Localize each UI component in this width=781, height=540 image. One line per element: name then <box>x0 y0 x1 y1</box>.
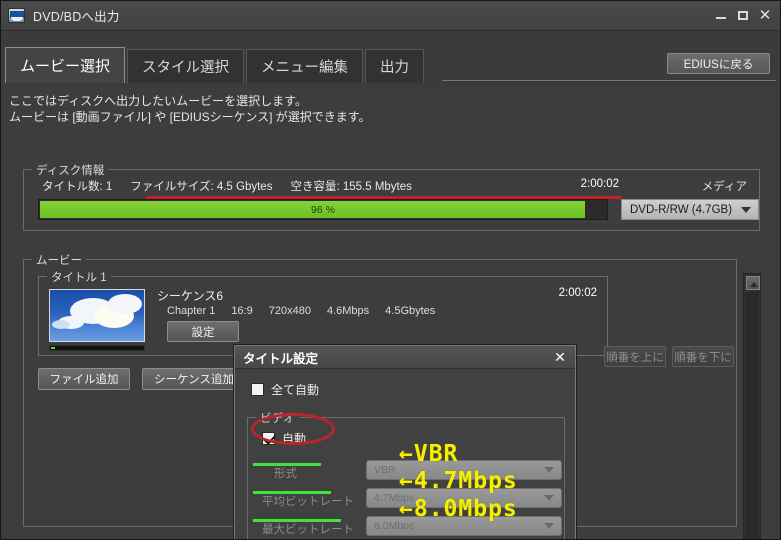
close-icon[interactable]: ✕ <box>754 5 776 25</box>
annotation-arrow-average-bitrate: ←4.7Mbps <box>399 468 518 494</box>
tab-movie-select[interactable]: ムービー選択 <box>5 47 126 83</box>
chevron-down-icon <box>741 206 751 213</box>
movie-legend: ムービー <box>32 252 86 268</box>
sequence-duration: 2:00:02 <box>558 287 597 299</box>
sequence-meta: Chapter 1 16:9 720x480 4.6Mbps 4.5Gbytes <box>167 305 435 317</box>
dialog-title: タイトル設定 <box>243 351 319 366</box>
description-text: ここではディスクへ出力したいムービーを選択します。 ムービーは [動画ファイル]… <box>9 93 371 125</box>
chevron-up-icon <box>750 282 758 287</box>
annotation-arrow-max-bitrate: ←8.0Mbps <box>399 496 518 522</box>
dvd-bd-output-window: DVD/BDへ出力 ✕ ムービー選択 スタイル選択 メニュー編集 出力 EDIU… <box>0 0 781 540</box>
title-1-legend: タイトル 1 <box>47 269 111 285</box>
tab-style-select[interactable]: スタイル選択 <box>127 49 245 83</box>
media-type-select[interactable]: DVD-R/RW (4.7GB) <box>621 199 759 220</box>
disk-info-legend: ディスク情報 <box>32 162 109 178</box>
media-type-value: DVD-R/RW (4.7GB) <box>630 203 733 216</box>
disk-info-stats: タイトル数: 1 ファイルサイズ: 4.5 Gbytes 空き容量: 155.5… <box>42 178 412 194</box>
minimize-button[interactable] <box>710 5 732 25</box>
sequence-name: シーケンス6 <box>157 289 224 303</box>
meta-aspect: 16:9 <box>231 305 253 317</box>
settings-button[interactable]: 設定 <box>167 321 239 342</box>
chevron-down-icon <box>544 467 554 473</box>
meta-size: 4.5Gbytes <box>385 305 436 317</box>
dialog-title-bar: タイトル設定 ✕ <box>235 346 575 369</box>
meta-chapter: Chapter 1 <box>167 305 216 317</box>
all-auto-checkbox[interactable] <box>251 383 264 396</box>
window-controls: ✕ <box>710 5 776 25</box>
media-label: メディア <box>701 181 747 193</box>
scrollbar-track[interactable] <box>745 292 759 539</box>
chevron-down-icon <box>544 523 554 529</box>
app-icon <box>8 8 25 23</box>
tab-output[interactable]: 出力 <box>365 49 425 83</box>
annotation-green-line-3 <box>253 519 341 522</box>
all-auto-label: 全て自動 <box>271 383 320 397</box>
annotation-red-underline <box>146 196 621 199</box>
tab-strip: ムービー選択 スタイル選択 メニュー編集 出力 EDIUSに戻る <box>1 31 780 87</box>
annotation-red-ellipse-auto <box>251 413 335 445</box>
capacity-progress-bar: 96 % <box>38 199 608 220</box>
disk-info-group: ディスク情報 タイトル数: 1 ファイルサイズ: 4.5 Gbytes 空き容量… <box>23 162 760 231</box>
description-line-2: ムービーは [動画ファイル] や [EDIUSシーケンス] が選択できます。 <box>9 110 371 124</box>
average-bitrate-label: 平均ビットレート <box>262 496 354 508</box>
dialog-close-icon[interactable]: ✕ <box>552 349 568 365</box>
add-file-button[interactable]: ファイル追加 <box>38 368 130 390</box>
free-space-label: 空き容量: 155.5 Mbytes <box>290 181 412 193</box>
meta-resolution: 720x480 <box>268 305 311 317</box>
return-to-edius-button[interactable]: EDIUSに戻る <box>667 53 770 74</box>
maximize-button[interactable] <box>732 5 754 25</box>
title-thumbnail[interactable] <box>49 289 145 342</box>
title-count-label: タイトル数: 1 <box>42 181 113 193</box>
capacity-progress-label: 96 % <box>311 203 335 216</box>
add-sequence-button[interactable]: シーケンス追加 <box>142 368 246 390</box>
max-bitrate-label: 最大ビットレート <box>262 524 354 536</box>
all-auto-checkbox-row[interactable]: 全て自動 <box>251 381 319 398</box>
format-label: 形式 <box>274 468 297 480</box>
meta-bitrate: 4.6Mbps <box>326 305 370 317</box>
description-line-1: ここではディスクへ出力したいムービーを選択します。 <box>9 94 307 108</box>
disk-duration-label: 2:00:02 <box>580 178 619 190</box>
movie-list-scrollbar[interactable] <box>743 273 761 539</box>
tab-list: ムービー選択 スタイル選択 メニュー編集 出力 <box>5 47 426 83</box>
scroll-up-button[interactable] <box>746 276 760 290</box>
window-title: DVD/BDへ出力 <box>33 10 120 24</box>
chevron-down-icon <box>544 495 554 501</box>
annotation-arrow-vbr: ←VBR <box>399 441 459 467</box>
move-down-button[interactable]: 順番を下に <box>672 346 734 367</box>
move-up-button[interactable]: 順番を上に <box>604 346 666 367</box>
window-title-bar: DVD/BDへ出力 ✕ <box>1 1 780 31</box>
tab-menu-edit[interactable]: メニュー編集 <box>246 49 364 83</box>
annotation-green-line-1 <box>253 463 321 466</box>
annotation-green-line-2 <box>253 491 331 494</box>
format-value: VBR <box>374 464 396 476</box>
file-size-label: ファイルサイズ: 4.5 Gbytes <box>130 181 273 193</box>
thumbnail-scrub-bar[interactable] <box>49 345 145 351</box>
